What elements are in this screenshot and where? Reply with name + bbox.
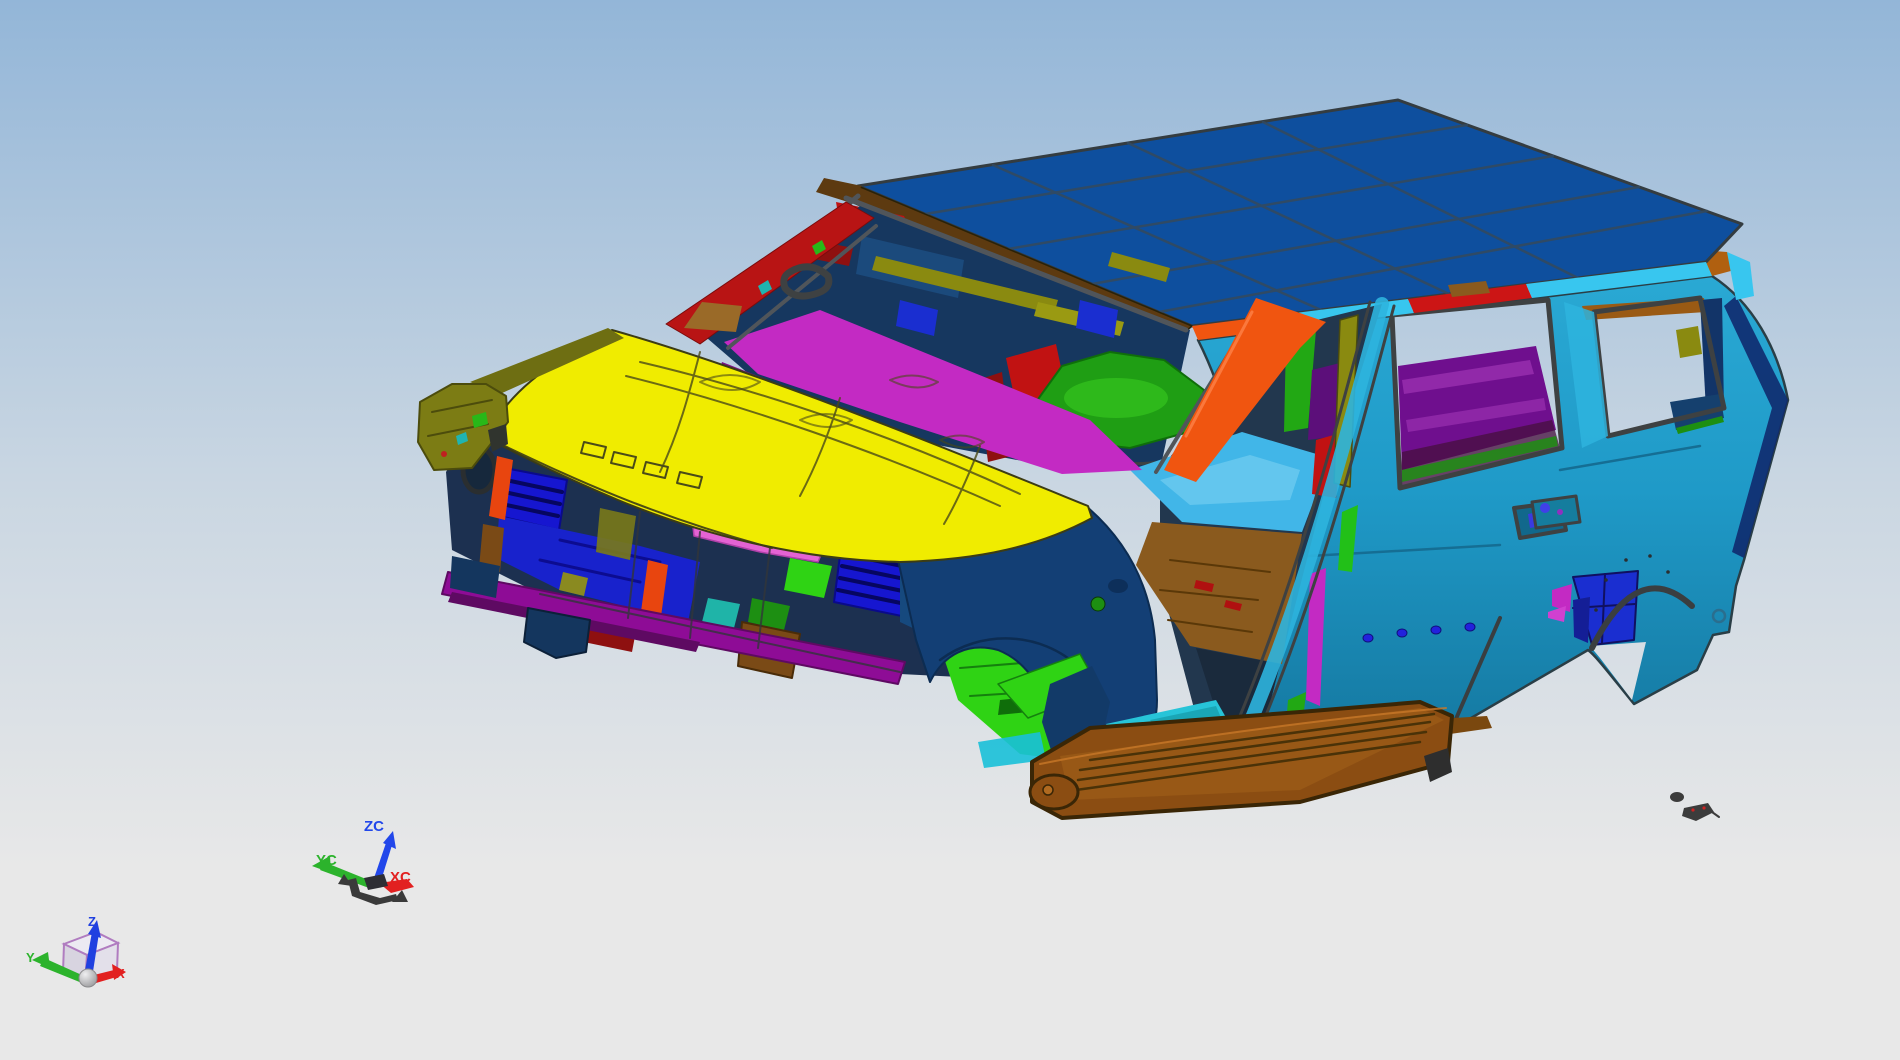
wcs-y-label: YC xyxy=(316,852,337,869)
tip-red-dot xyxy=(441,451,447,457)
triad-origin-sphere[interactable] xyxy=(78,968,98,988)
rear-arch-blue-box[interactable] xyxy=(1572,570,1639,646)
fender-hole xyxy=(1108,579,1128,593)
fender-green-grommet xyxy=(1090,596,1106,612)
fragment-red-dot xyxy=(1702,806,1706,810)
wcs-x-label: XC xyxy=(390,869,411,886)
view-x-label: X xyxy=(116,966,125,981)
step-cap-rivet xyxy=(1042,784,1054,796)
fragment-red-dot xyxy=(1691,808,1695,812)
front-olive-bit xyxy=(596,508,636,560)
quarter-window-olive-bracket[interactable] xyxy=(1676,326,1702,358)
step-end-cap xyxy=(1028,773,1080,811)
fuel-filler-bracket[interactable] xyxy=(1530,494,1582,530)
cad-3d-viewport[interactable]: ZC YC XC Z Y X xyxy=(0,0,1900,1060)
view-y-label: Y xyxy=(26,950,35,965)
wcs-z-label: ZC xyxy=(364,818,384,835)
view-z-label: Z xyxy=(88,914,96,929)
